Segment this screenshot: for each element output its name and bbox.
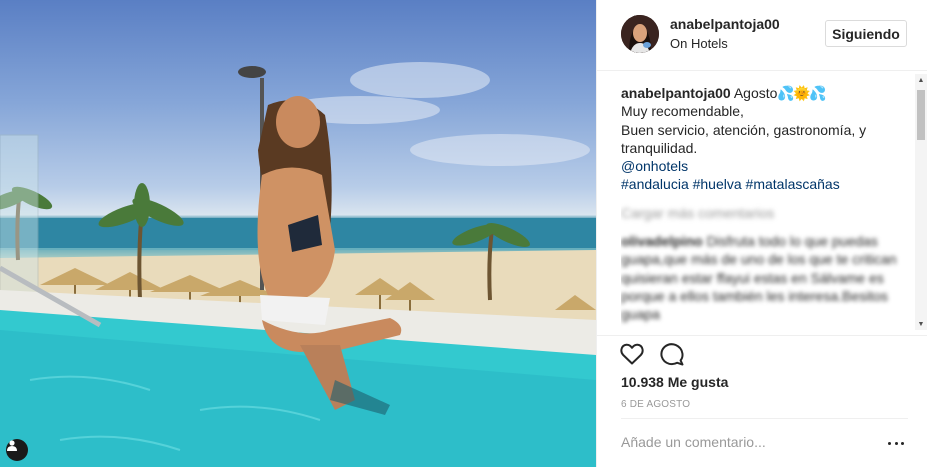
load-more-comments-link[interactable]: Cargar más comentarios: [621, 204, 911, 222]
hashtag-links[interactable]: #andalucia #huelva #matalascañas: [621, 175, 911, 193]
caption-emoji-1: 💦: [777, 85, 795, 101]
comment-icon[interactable]: [659, 341, 685, 367]
post-date: 6 DE AGOSTO: [621, 399, 691, 410]
post-header: anabelpantoja00 On Hotels Siguiendo: [597, 0, 927, 71]
caption-line-3: Buen servicio, atención, gastronomía, y: [621, 121, 867, 138]
post-location[interactable]: On Hotels: [670, 36, 728, 51]
comment-item: olivadelpino Disfruta todo lo que puedas…: [621, 232, 911, 323]
comments-scrollbar[interactable]: ▲ ▼: [915, 74, 927, 330]
post-caption: anabelpantoja00 Agosto💦🌞💦 Muy recomendab…: [621, 84, 911, 194]
mention-link[interactable]: @onhotels: [621, 157, 911, 175]
avatar[interactable]: [621, 15, 659, 53]
post-author-username[interactable]: anabelpantoja00: [670, 16, 780, 32]
caption-username[interactable]: anabelpantoja00: [621, 85, 731, 101]
caption-line-2: Muy recomendable,: [621, 103, 744, 120]
caption-line-1: Agosto: [733, 85, 778, 101]
post-details-panel: anabelpantoja00 On Hotels Siguiendo anab…: [596, 0, 927, 467]
post-photo-scene: [0, 62, 596, 467]
likes-count[interactable]: 10.938 Me gusta: [621, 374, 728, 390]
scrollbar-thumb[interactable]: [917, 90, 925, 140]
user-tag-icon[interactable]: [6, 439, 28, 461]
heart-icon[interactable]: [619, 341, 645, 367]
add-comment-bar: [621, 418, 908, 467]
actions-divider: [597, 335, 927, 336]
caption-emoji-3: 💦: [809, 85, 827, 101]
scroll-up-arrow-icon[interactable]: ▲: [915, 74, 927, 86]
scroll-down-arrow-icon[interactable]: ▼: [915, 318, 927, 330]
caption-line-4: tranquilidad.: [621, 139, 698, 156]
comment-username[interactable]: olivadelpino: [621, 233, 703, 249]
caption-emoji-2: 🌞: [793, 85, 811, 101]
more-options-icon[interactable]: [888, 438, 904, 448]
following-button[interactable]: Siguiendo: [825, 20, 907, 47]
add-comment-input[interactable]: [621, 434, 871, 450]
post-photo[interactable]: [0, 0, 596, 467]
comments-list: anabelpantoja00 Agosto💦🌞💦 Muy recomendab…: [621, 84, 911, 328]
